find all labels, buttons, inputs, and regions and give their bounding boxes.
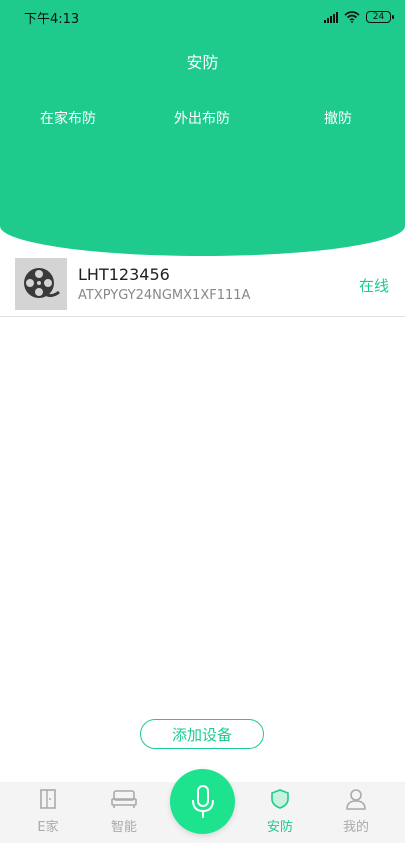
security-header: 下午4:13 24 安防 在家布防 外出布防 撤防: [0, 0, 405, 256]
microphone-icon: [191, 784, 214, 818]
status-time: 下午4:13: [24, 11, 80, 27]
wifi-icon: [344, 11, 360, 23]
disarm-button[interactable]: 撤防: [324, 108, 352, 128]
tab-profile-label: 我的: [342, 820, 369, 835]
device-list-item[interactable]: LHT123456 ATXPYGY24NGMX1XF111A 在线: [0, 256, 405, 317]
device-name: LHT123456: [78, 265, 170, 284]
tab-security[interactable]: 安防: [250, 788, 310, 840]
page-title: 安防: [186, 53, 219, 72]
battery-level: 24: [372, 11, 385, 22]
signal-icon: [324, 11, 338, 23]
door-icon: [40, 789, 56, 809]
arm-mode-row: 在家布防 外出布防 撤防: [0, 108, 405, 128]
status-bar: 下午4:13 24: [0, 0, 405, 34]
user-icon: [346, 789, 366, 810]
tab-home-label: E家: [37, 820, 59, 835]
add-device-button[interactable]: 添加设备: [140, 719, 264, 749]
tab-home[interactable]: E家: [18, 788, 78, 840]
device-serial: ATXPYGY24NGMX1XF111A: [78, 288, 251, 303]
arm-home-button[interactable]: 在家布防: [40, 108, 96, 128]
tab-smart[interactable]: 智能: [94, 788, 154, 840]
voice-button[interactable]: [170, 769, 235, 834]
bed-icon: [111, 790, 137, 808]
battery-icon: 24: [366, 11, 394, 23]
tab-security-label: 安防: [266, 820, 293, 835]
shield-icon: [271, 789, 289, 809]
status-icons: 24: [324, 11, 394, 23]
arm-away-button[interactable]: 外出布防: [174, 108, 230, 128]
tab-smart-label: 智能: [110, 820, 137, 835]
device-thumbnail: [15, 258, 67, 310]
device-status-badge: 在线: [358, 277, 389, 295]
film-reel-icon: [24, 268, 60, 298]
tab-profile[interactable]: 我的: [326, 788, 386, 840]
